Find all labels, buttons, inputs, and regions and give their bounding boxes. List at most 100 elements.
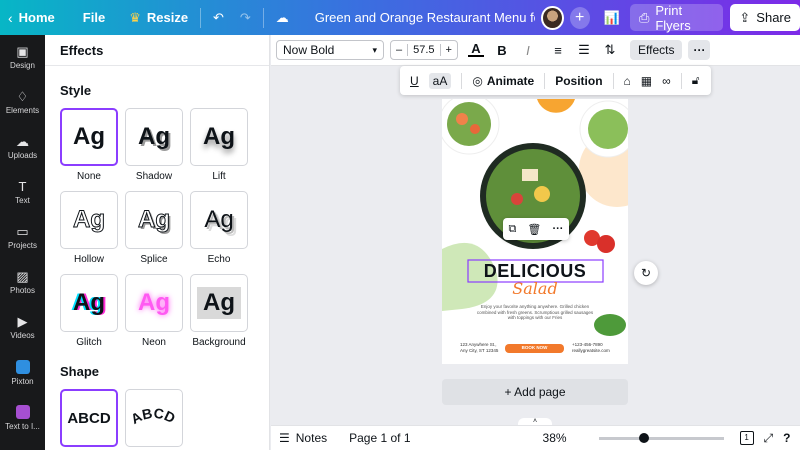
effect-neon[interactable]: Ag Neon xyxy=(125,274,183,348)
invite-button[interactable]: + xyxy=(569,6,590,29)
effect-preview: Ag xyxy=(60,274,118,332)
position-button[interactable]: Position xyxy=(555,74,602,88)
script-text[interactable]: Salad xyxy=(442,279,628,298)
effect-label: Hollow xyxy=(73,254,104,265)
sidebar-item-elements[interactable]: ♢ Elements xyxy=(0,80,45,125)
copy-icon[interactable]: ⧉ xyxy=(509,223,517,236)
effect-splice[interactable]: Ag Splice xyxy=(125,191,183,265)
fullscreen-icon[interactable]: ⤢ xyxy=(764,431,774,446)
effect-shadow[interactable]: Ag Shadow xyxy=(125,108,183,182)
effects-button[interactable]: Effects xyxy=(629,40,683,60)
print-flyers-button[interactable]: ⎙ Print Flyers xyxy=(629,3,724,33)
style-section-title: Style xyxy=(60,83,92,98)
file-menu[interactable]: File xyxy=(75,0,113,35)
divider xyxy=(544,72,546,89)
effect-glitch[interactable]: Ag Glitch xyxy=(60,274,118,348)
projects-icon: ▭ xyxy=(16,224,29,239)
undo-button[interactable]: ↶ xyxy=(205,0,232,35)
font-size-stepper[interactable]: – 57.5 + xyxy=(390,40,458,60)
text-icon: T xyxy=(18,179,27,194)
bold-icon[interactable]: B xyxy=(494,43,510,58)
sidebar-item-design[interactable]: ▣ Design xyxy=(0,35,45,80)
more-options-button[interactable]: ··· xyxy=(688,40,711,60)
basil-leaves xyxy=(594,314,626,336)
font-size-value[interactable]: 57.5 xyxy=(407,44,441,56)
side-salad xyxy=(588,109,628,149)
insights-button[interactable]: 📊 xyxy=(596,0,628,35)
effect-preview: Ag xyxy=(125,108,183,166)
home-label: Home xyxy=(18,10,55,25)
divider xyxy=(680,72,682,89)
sidebar-item-projects[interactable]: ▭ Projects xyxy=(0,215,45,260)
file-label: File xyxy=(82,10,106,25)
trash-icon[interactable]: 🗑︎ xyxy=(527,223,541,236)
effect-hollow[interactable]: Ag Hollow xyxy=(60,191,118,265)
more-icon[interactable]: ··· xyxy=(552,223,563,235)
undo-icon: ↶ xyxy=(212,9,224,25)
paint-format-icon[interactable]: ⌂ xyxy=(624,74,631,88)
redo-button[interactable]: ↷ xyxy=(232,0,259,35)
notes-button[interactable]: ☰ Notes xyxy=(279,431,327,445)
zoom-slider[interactable] xyxy=(598,432,724,443)
link-icon[interactable]: ∞ xyxy=(662,74,671,88)
effect-label: Background xyxy=(192,337,246,348)
share-button[interactable]: ⇪ Share xyxy=(730,4,800,31)
curved-text: ABCD xyxy=(128,405,178,427)
photos-icon: ▨ xyxy=(16,269,29,284)
transparency-icon[interactable]: ▦ xyxy=(641,74,652,88)
text-color-icon[interactable]: A xyxy=(467,42,484,57)
sidebar-item-pixton[interactable]: Pixton xyxy=(0,350,45,395)
curved-text-icon: ABCD xyxy=(128,405,178,427)
address-text: 123 Anywhere St., Any City, ST 12345 xyxy=(460,342,498,354)
case-button[interactable]: aA xyxy=(428,72,452,89)
lock-icon[interactable]: 🔓︎ xyxy=(692,73,700,88)
effect-background[interactable]: Ag Background xyxy=(190,274,248,348)
spacing-icon[interactable]: ⇅ xyxy=(602,42,618,58)
underline-icon[interactable]: U xyxy=(410,74,419,88)
help-icon[interactable]: ? xyxy=(783,431,790,445)
zoom-value[interactable]: 38% xyxy=(543,431,567,445)
divider xyxy=(461,72,463,89)
body-text[interactable]: Enjoy your favorite anything anywhere. G… xyxy=(474,304,596,321)
home-button[interactable]: ‹ Home xyxy=(0,0,63,35)
shape-curve[interactable]: ABCD xyxy=(125,389,183,447)
effect-preview: Ag xyxy=(125,274,183,332)
font-selector[interactable]: Now Bold ▾ xyxy=(276,40,384,60)
avatar[interactable] xyxy=(541,5,564,30)
increase-size-button[interactable]: + xyxy=(441,44,457,56)
align-center-icon[interactable]: ≡ xyxy=(550,43,566,58)
rotate-button[interactable]: ↻ xyxy=(634,261,658,285)
effect-lift[interactable]: Ag Lift xyxy=(190,108,248,182)
decrease-size-button[interactable]: – xyxy=(391,44,407,56)
document-title[interactable]: Green and Orange Restaurant Menu for Fa … xyxy=(315,10,535,25)
contact-text: +123-456-7890 reallygreatsite.com xyxy=(572,342,610,354)
list-icon[interactable]: ☰ xyxy=(576,42,592,58)
divider xyxy=(200,7,201,28)
sidebar-item-photos[interactable]: ▨ Photos xyxy=(0,260,45,305)
uploads-icon: ☁ xyxy=(16,134,29,149)
shrimp xyxy=(456,113,468,125)
page-indicator[interactable]: Page 1 of 1 xyxy=(349,431,410,445)
animate-label: Animate xyxy=(486,73,535,88)
sidebar-item-uploads[interactable]: ☁ Uploads xyxy=(0,125,45,170)
sidebar-item-videos[interactable]: ▶ Videos xyxy=(0,305,45,350)
website: reallygreatsite.com xyxy=(572,348,610,353)
page-count-button[interactable]: 1 xyxy=(739,431,754,445)
chevron-down-icon: ▾ xyxy=(372,44,377,55)
bar-chart-icon: 📊 xyxy=(603,9,620,25)
sidebar-item-text-to-image[interactable]: Text to I... xyxy=(0,395,45,440)
cloud-save-button[interactable]: ☁ xyxy=(268,0,297,35)
zoom-slider-knob[interactable] xyxy=(638,432,649,443)
effect-echo[interactable]: Ag Echo xyxy=(190,191,248,265)
shape-none[interactable]: ABCD xyxy=(60,389,118,447)
resize-button[interactable]: ♛ Resize xyxy=(121,0,196,35)
effect-preview: Ag xyxy=(125,191,183,249)
animate-button[interactable]: ◎ Animate xyxy=(472,74,534,88)
shape-section-title: Shape xyxy=(60,364,100,379)
salad-greens xyxy=(447,102,491,146)
sidebar-item-label: Pixton xyxy=(11,376,34,386)
add-page-button[interactable]: + Add page xyxy=(442,379,628,405)
italic-icon[interactable]: I xyxy=(520,43,536,58)
effect-none[interactable]: Ag None xyxy=(60,108,118,182)
sidebar-item-text[interactable]: T Text xyxy=(0,170,45,215)
